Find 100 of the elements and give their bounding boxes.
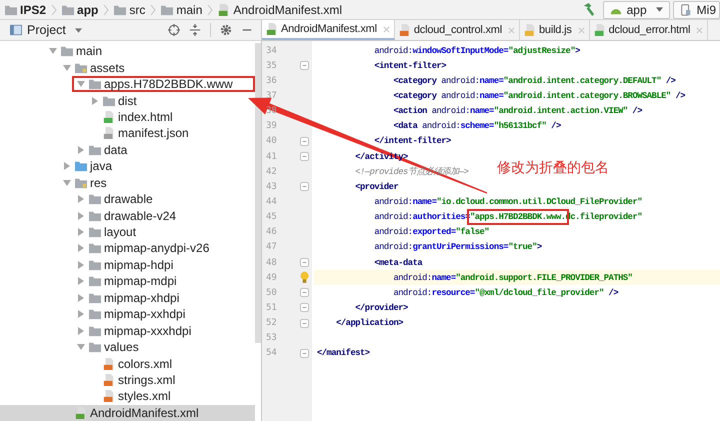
collapsed-arrow-icon[interactable] <box>77 310 85 318</box>
collapsed-arrow-icon[interactable] <box>77 195 85 204</box>
tree-item[interactable]: apps.H78D2BBDK.www <box>0 76 255 92</box>
project-view-dropdown[interactable]: Project <box>10 23 82 37</box>
code-line: <data android:scheme="h56131bcf" /> <box>392 121 561 132</box>
expanded-arrow-icon[interactable] <box>63 178 71 187</box>
tree-item[interactable]: values <box>0 338 255 356</box>
code-line: </application> <box>335 318 404 328</box>
item-label: mipmap-xhdpi <box>104 290 180 305</box>
tree-item[interactable]: AndroidManifest.xml <box>0 404 255 421</box>
tree-item[interactable]: layout <box>0 224 255 240</box>
line-number: 53 <box>265 333 278 344</box>
file-icon <box>594 24 606 36</box>
run-config-dropdown[interactable]: app <box>602 0 670 18</box>
collapsed-arrow-icon[interactable] <box>77 294 85 302</box>
collapsed-arrow-icon[interactable] <box>91 96 99 105</box>
tree-item[interactable]: styles.xml <box>0 388 255 405</box>
tree-item[interactable]: mipmap-xxxhdpi <box>0 322 255 339</box>
breadcrumb-item[interactable]: AndroidManifest.xml <box>215 2 346 16</box>
fold-marker-icon[interactable] <box>300 288 308 298</box>
editor-tab[interactable]: build.js <box>520 20 590 40</box>
tree-item[interactable]: mipmap-mdpi <box>0 273 255 290</box>
tree-item[interactable]: index.html <box>0 108 255 126</box>
file-icon <box>398 24 411 36</box>
settings-icon[interactable] <box>220 24 232 36</box>
breadcrumb-item[interactable]: app <box>59 2 102 16</box>
line-number: 36 <box>265 76 278 86</box>
line-number: 41 <box>265 152 278 162</box>
fold-marker-icon[interactable] <box>300 258 308 268</box>
file-icon <box>103 374 115 386</box>
editor-tab[interactable]: dcloud_error.html <box>590 20 708 40</box>
expanded-arrow-icon[interactable] <box>49 47 57 56</box>
tree-item[interactable]: manifest.json <box>0 125 255 142</box>
lightbulb-icon[interactable] <box>300 271 308 284</box>
code-line: <category android:name="android.intent.category.DEFAULT" /> <box>392 76 676 86</box>
fold-marker-icon[interactable] <box>300 136 308 146</box>
locate-icon[interactable] <box>168 24 180 36</box>
fold-marker-icon[interactable] <box>300 348 308 358</box>
line-number: 51 <box>265 302 278 313</box>
tree-item[interactable]: main <box>0 43 255 60</box>
collapsed-arrow-icon[interactable] <box>77 326 85 335</box>
chevron-icon <box>103 4 110 16</box>
folder-icon <box>5 4 17 16</box>
fold-marker-icon[interactable] <box>300 318 308 328</box>
fold-marker-icon[interactable] <box>300 152 308 162</box>
expanded-arrow-icon[interactable] <box>77 343 85 352</box>
line-number: 35 <box>265 60 278 71</box>
tree-item[interactable]: strings.xml <box>0 372 255 388</box>
tree-item[interactable]: mipmap-anydpi-v26 <box>0 240 255 257</box>
close-icon[interactable] <box>382 26 390 32</box>
chevron-icon <box>207 4 214 16</box>
folder-icon <box>75 160 87 172</box>
folder-icon <box>62 4 74 16</box>
folder-icon <box>89 292 101 304</box>
tree-item[interactable]: assets <box>0 59 255 76</box>
code-line: <provider <box>354 182 398 192</box>
collapsed-arrow-icon[interactable] <box>77 212 85 220</box>
collapsed-arrow-icon[interactable] <box>77 146 85 154</box>
hammer-icon[interactable] <box>582 3 595 16</box>
tree-item[interactable]: dist <box>0 92 255 109</box>
tree-item[interactable]: mipmap-hdpi <box>0 256 255 274</box>
close-icon[interactable] <box>578 26 585 34</box>
tree-item[interactable]: java <box>0 158 255 174</box>
item-label: styles.xml <box>118 389 171 404</box>
tree-item[interactable]: drawable-v24 <box>0 207 255 224</box>
collapsed-arrow-icon[interactable] <box>77 244 85 252</box>
fold-marker-icon[interactable] <box>300 61 308 70</box>
tree-item[interactable]: mipmap-xxhdpi <box>0 306 255 322</box>
fold-marker-icon[interactable] <box>300 182 308 192</box>
device-dropdown[interactable]: Mi9 <box>672 0 720 18</box>
tree-item[interactable]: res <box>0 174 255 191</box>
editor-tab[interactable]: AndroidManifest.xml <box>262 20 395 40</box>
code-line: android:windowSoftInputMode="adjustResize"> <box>373 46 580 56</box>
breadcrumb-item[interactable]: src <box>111 2 148 16</box>
expanded-arrow-icon[interactable] <box>63 64 71 72</box>
expanded-arrow-icon[interactable] <box>77 80 85 88</box>
item-label: assets <box>90 60 125 75</box>
breadcrumb-item[interactable]: IPS2 <box>2 2 50 16</box>
close-icon[interactable] <box>508 26 515 34</box>
line-number: 44 <box>265 196 278 207</box>
line-number: 40 <box>265 136 278 146</box>
collapsed-arrow-icon[interactable] <box>77 277 85 286</box>
collapse-all-icon[interactable] <box>189 24 201 36</box>
collapsed-arrow-icon[interactable] <box>63 162 71 170</box>
tree-item[interactable]: data <box>0 142 255 158</box>
tree-item[interactable]: colors.xml <box>0 355 255 372</box>
folder-icon <box>114 4 126 16</box>
scrollbar[interactable] <box>254 43 261 343</box>
item-label: layout <box>104 225 136 240</box>
collapsed-arrow-icon[interactable] <box>77 228 85 236</box>
file-icon <box>103 127 115 140</box>
breadcrumb-item[interactable]: main <box>158 2 206 16</box>
item-label: mipmap-xxhdpi <box>104 307 186 322</box>
editor-tab[interactable]: dcloud_control.xml <box>394 20 520 40</box>
tree-item[interactable]: mipmap-xhdpi <box>0 290 255 306</box>
collapsed-arrow-icon[interactable] <box>77 260 85 269</box>
fold-marker-icon[interactable] <box>300 303 308 312</box>
code-line: android:grantUriPermissions="true"> <box>373 242 542 252</box>
close-icon[interactable] <box>696 26 704 34</box>
tree-item[interactable]: drawable <box>0 190 255 208</box>
